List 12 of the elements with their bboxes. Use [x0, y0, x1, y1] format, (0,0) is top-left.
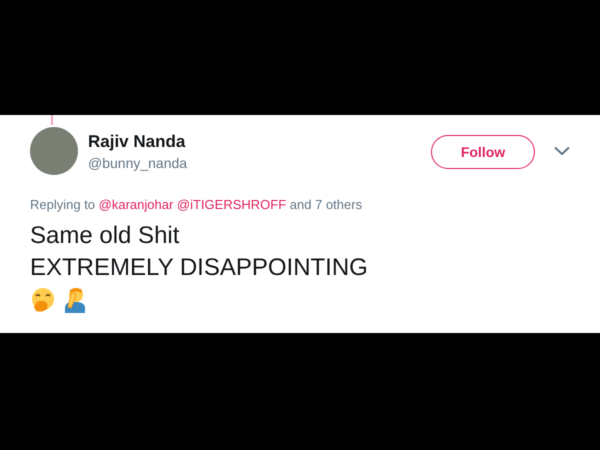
mention-link[interactable]: @iTIGERSHROFF	[176, 197, 286, 212]
tweet-text-line: Same old Shit	[30, 221, 180, 251]
mention-link[interactable]: @karanjohar	[98, 197, 174, 212]
chevron-down-icon[interactable]	[554, 146, 570, 156]
face-with-hand-over-mouth-icon	[30, 287, 56, 313]
person-facepalming-icon	[62, 287, 88, 313]
avatar-photo-placeholder[interactable]	[30, 127, 78, 175]
tweet-text-line: EXTREMELY DISAPPOINTING	[30, 253, 369, 283]
author-handle[interactable]: @bunny_nanda	[88, 154, 431, 170]
author-name[interactable]: Rajiv Nanda	[88, 132, 431, 152]
follow-button[interactable]: Follow	[431, 135, 535, 169]
replying-to-text: Replying to @karanjohar @iTIGERSHROFF and 7 others	[30, 197, 364, 212]
